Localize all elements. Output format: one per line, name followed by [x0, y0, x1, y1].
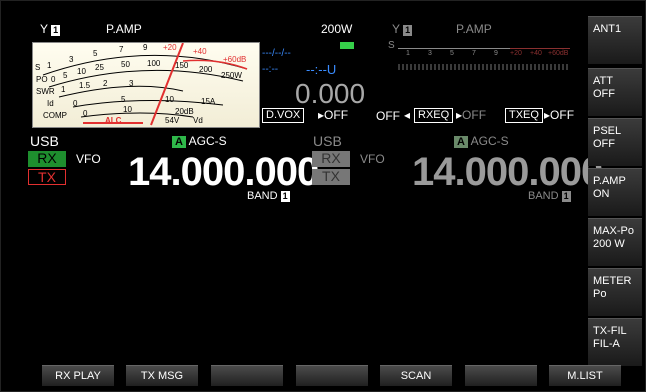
radio-screen: Y 1 P.AMP 200W S PO SWR Id COMP 1 3 5 7 …: [0, 0, 646, 392]
screen-frame: [0, 0, 646, 392]
